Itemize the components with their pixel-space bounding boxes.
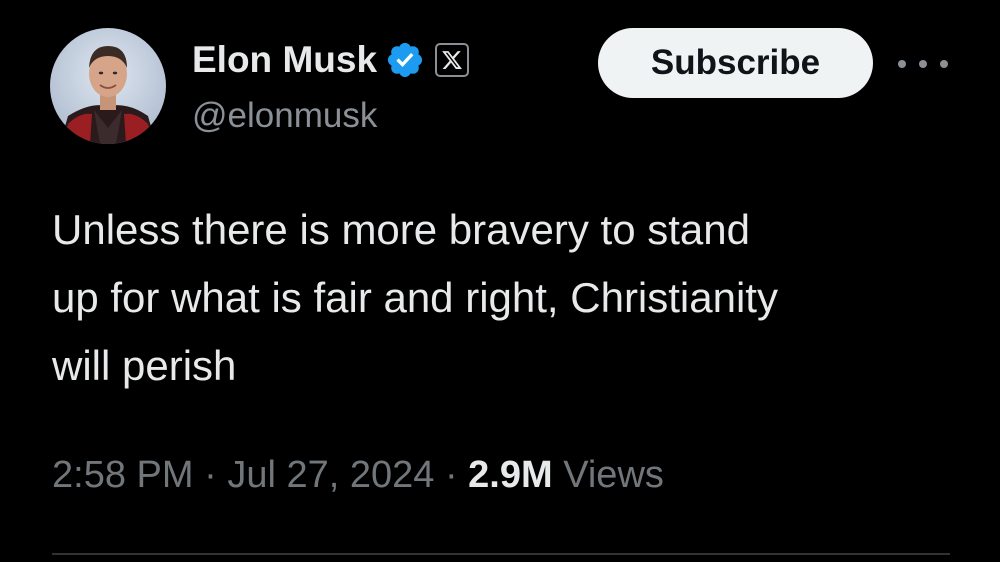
views-label[interactable]: Views: [563, 454, 664, 496]
tweet-text-line: will perish: [52, 342, 237, 389]
meta-separator: ·: [444, 454, 458, 496]
subscribe-button[interactable]: Subscribe: [598, 28, 873, 98]
tweet-text-line: up for what is fair and right, Christian…: [52, 274, 778, 321]
profile-photo: [50, 28, 166, 144]
meta-separator: ·: [204, 454, 217, 496]
display-name[interactable]: Elon Musk: [192, 39, 377, 81]
x-logo-icon[interactable]: [435, 43, 470, 77]
tweet-time[interactable]: 2:58 PM: [52, 454, 194, 496]
more-dot: [940, 60, 948, 68]
verified-badge-icon[interactable]: [385, 40, 425, 80]
tweet-meta: 2:58 PM · Jul 27, 2024 · 2.9M Views: [52, 454, 664, 497]
tweet-card: Elon Musk @elonmusk Subscribe Unless the…: [0, 0, 1000, 562]
tweet-date[interactable]: Jul 27, 2024: [227, 454, 434, 496]
avatar[interactable]: [50, 28, 166, 144]
author-name-row: Elon Musk: [192, 34, 470, 86]
tweet-text: Unless there is more bravery to stand up…: [52, 196, 972, 400]
more-options-icon[interactable]: [898, 52, 948, 76]
views-count[interactable]: 2.9M: [468, 454, 552, 496]
divider: [52, 553, 950, 555]
author-handle[interactable]: @elonmusk: [192, 96, 377, 136]
more-dot: [898, 60, 906, 68]
tweet-text-line: Unless there is more bravery to stand: [52, 206, 750, 253]
more-dot: [919, 60, 927, 68]
